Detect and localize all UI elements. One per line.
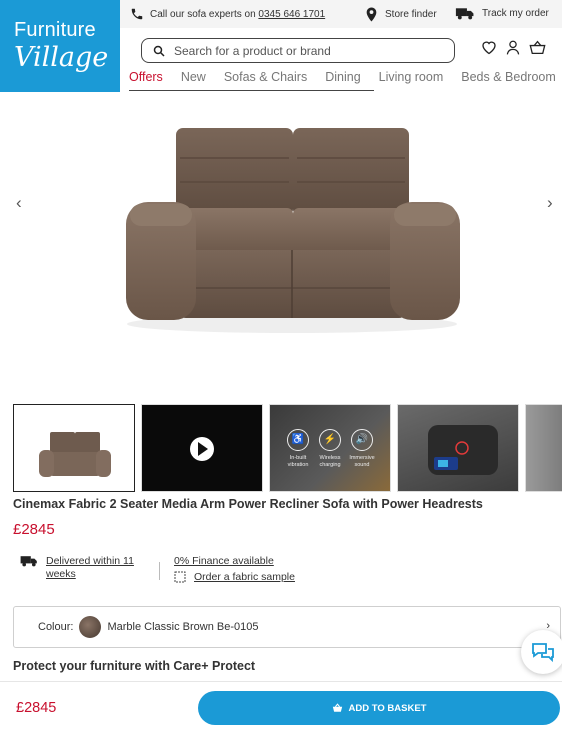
chat-bubbles-icon <box>532 643 554 663</box>
colour-label: Colour: <box>38 621 74 633</box>
logo-line1: Furniture <box>14 19 96 41</box>
finance-link[interactable]: 0% Finance available <box>174 555 274 567</box>
thumbnail-strip: ♿ In-built vibration ⚡ Wireless charging… <box>13 404 562 492</box>
carousel-prev-arrow[interactable]: ‹ <box>16 193 22 213</box>
product-title: Cinemax Fabric 2 Seater Media Arm Power … <box>13 497 483 511</box>
feature-charging: ⚡ Wireless charging <box>316 429 344 468</box>
fabric-sample-link[interactable]: Order a fabric sample <box>174 571 295 583</box>
utility-bar: Call our sofa experts on 0345 646 1701 S… <box>120 0 562 28</box>
feature-sound: 🔊 Immersive sound <box>348 429 376 468</box>
track-order-label: Track my order <box>482 8 549 19</box>
product-price: £2845 <box>13 521 55 538</box>
phone-icon <box>131 8 143 20</box>
store-finder-link[interactable]: Store finder <box>365 7 437 22</box>
nav-underline <box>129 90 374 91</box>
nav-item-new[interactable]: New <box>181 68 206 92</box>
product-main-image[interactable] <box>0 100 562 390</box>
fabric-swatch-icon <box>174 571 186 583</box>
call-text: Call our sofa experts on 0345 646 1701 <box>150 8 326 20</box>
product-page: Furniture Village Call our sofa experts … <box>0 0 562 733</box>
delivery-text: Delivered within 11 weeks <box>46 555 134 580</box>
delivery-info-link[interactable]: Delivered within 11 weeks <box>20 555 146 581</box>
thumbnail-sofa-front[interactable] <box>13 404 135 492</box>
thumbnail-features[interactable]: ♿ In-built vibration ⚡ Wireless charging… <box>269 404 391 492</box>
search-icon <box>153 45 165 57</box>
fabric-sample-text: Order a fabric sample <box>194 571 295 583</box>
main-nav: Offers New Sofas & Chairs Dining Living … <box>129 68 562 92</box>
play-icon <box>190 437 214 461</box>
nav-item-sofas-chairs[interactable]: Sofas & Chairs <box>224 68 307 92</box>
sticky-price: £2845 <box>16 700 57 716</box>
track-order-link[interactable]: Track my order <box>455 7 549 20</box>
sticky-buy-bar: £2845 ADD TO BASKET <box>0 681 562 733</box>
thumbnail-video[interactable] <box>141 404 263 492</box>
logo-line2: Village <box>14 42 109 73</box>
colour-value: Marble Classic Brown Be-0105 <box>107 621 259 633</box>
store-finder-label: Store finder <box>385 9 437 20</box>
chat-button[interactable] <box>521 630 562 674</box>
search-input[interactable] <box>174 43 434 58</box>
basket-icon[interactable] <box>529 40 546 55</box>
nav-item-living-room[interactable]: Living room <box>379 68 444 92</box>
thumbnail-charging-pad[interactable] <box>397 404 519 492</box>
care-protect-heading: Protect your furniture with Care+ Protec… <box>13 659 256 673</box>
add-to-basket-button[interactable]: ADD TO BASKET <box>198 691 560 725</box>
delivery-truck-icon <box>455 8 474 20</box>
call-experts[interactable]: Call our sofa experts on 0345 646 1701 <box>130 7 325 21</box>
colour-swatch <box>79 616 102 638</box>
carousel-next-arrow[interactable]: › <box>547 193 553 213</box>
search-bar[interactable] <box>141 38 455 63</box>
basket-icon <box>332 703 342 712</box>
phone-charging-image <box>428 425 498 475</box>
finance-text: 0% Finance available <box>174 555 274 567</box>
nav-item-offers[interactable]: Offers <box>129 68 163 92</box>
perks-divider <box>159 562 160 580</box>
add-to-basket-label: ADD TO BASKET <box>348 702 427 714</box>
recliner-seat-icon: ♿ <box>287 429 309 451</box>
furniture-village-logo[interactable]: Furniture Village <box>0 0 120 92</box>
account-user-icon[interactable] <box>506 40 520 55</box>
header-icons <box>481 40 546 55</box>
delivery-truck-icon <box>20 556 37 567</box>
lightning-icon: ⚡ <box>319 429 341 451</box>
sofa-thumbnail-image <box>39 432 111 477</box>
feature-vibration: ♿ In-built vibration <box>284 429 312 468</box>
wishlist-heart-icon[interactable] <box>481 40 497 55</box>
thumbnail-fabric-detail[interactable] <box>525 404 562 492</box>
nav-item-dining[interactable]: Dining <box>325 68 360 92</box>
speaker-icon: 🔊 <box>351 429 373 451</box>
location-pin-icon <box>366 7 377 22</box>
phone-number-link[interactable]: 0345 646 1701 <box>258 9 325 20</box>
nav-item-beds-bedroom[interactable]: Beds & Bedroom <box>461 68 556 92</box>
colour-selector[interactable]: Colour: Marble Classic Brown Be-0105 › <box>13 606 561 648</box>
